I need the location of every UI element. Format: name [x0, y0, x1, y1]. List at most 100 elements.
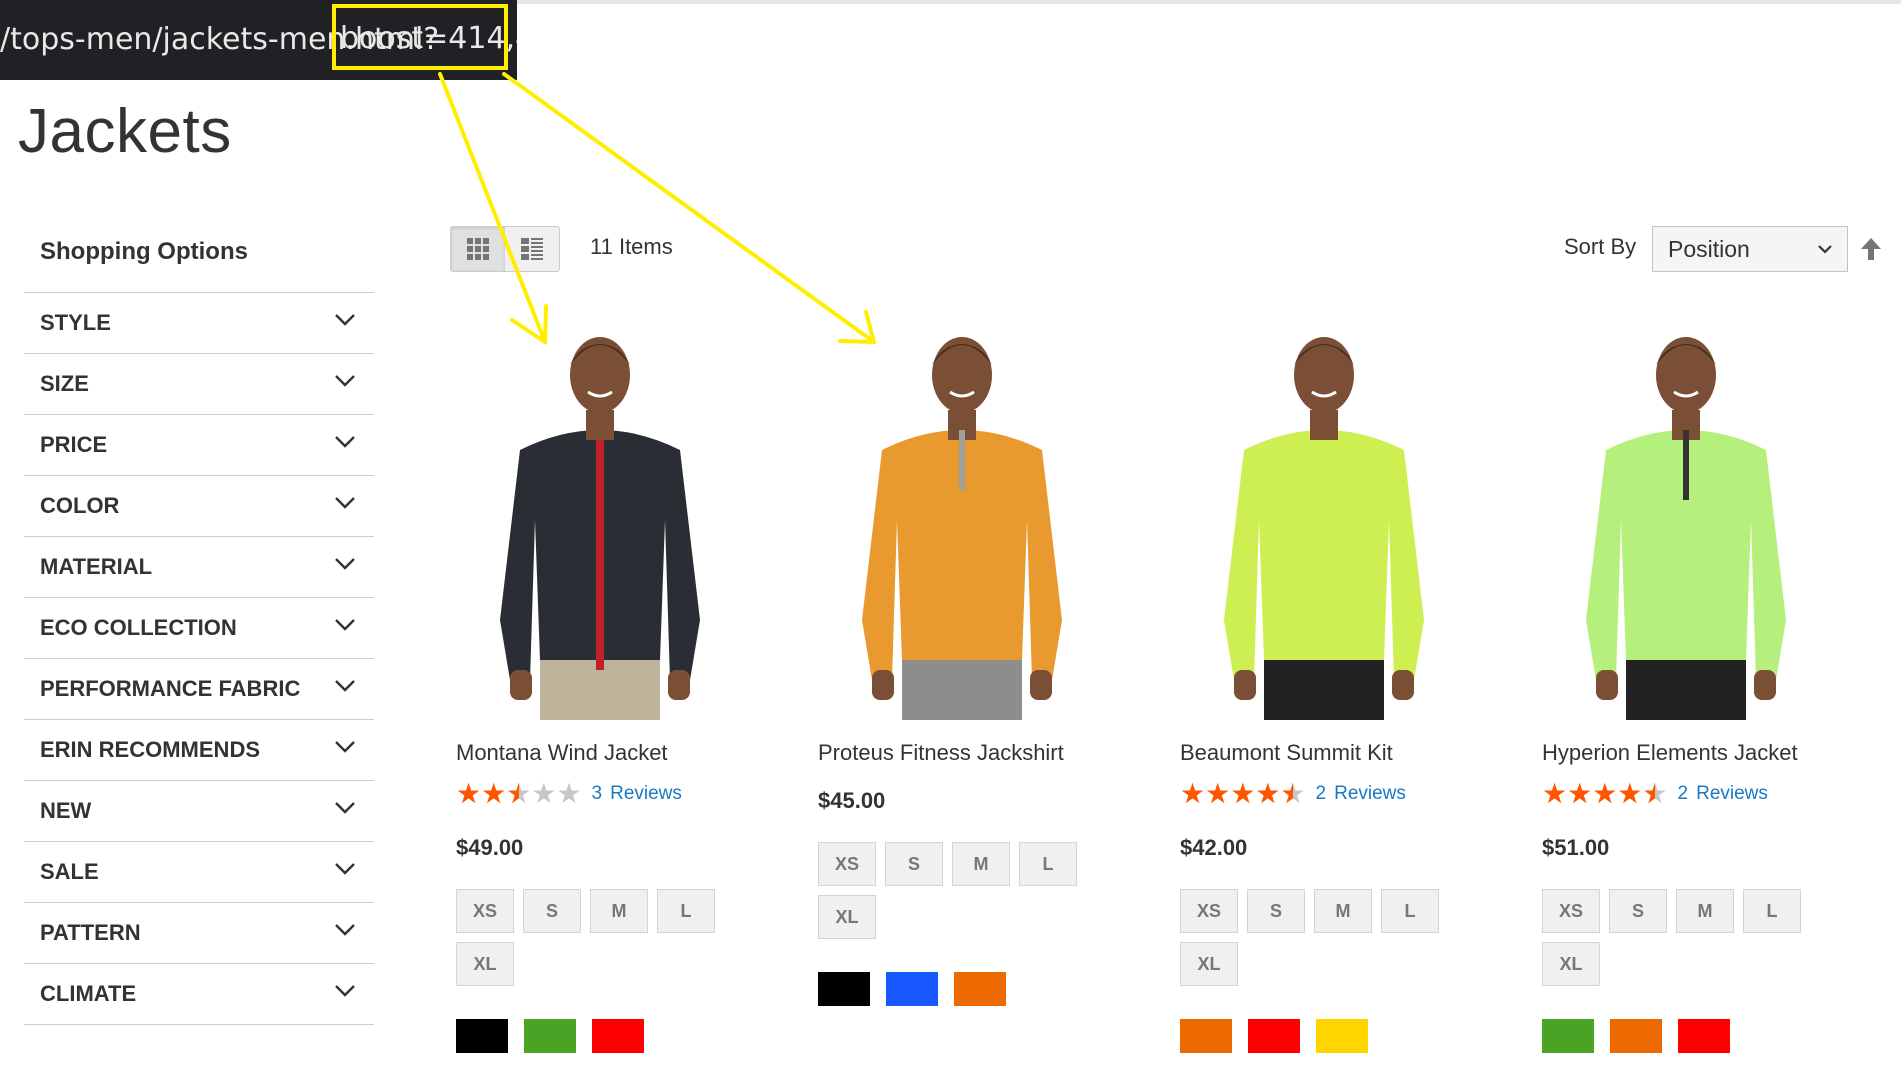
rating-stars: ★★★★★★★★★★ [1542, 780, 1668, 808]
size-swatch-l[interactable]: L [1019, 842, 1077, 886]
color-swatch[interactable] [592, 1019, 644, 1053]
size-options: XS S M L XL [818, 842, 1118, 948]
product-image[interactable] [1536, 320, 1836, 720]
chevron-down-icon [335, 741, 355, 753]
filter-label: PRICE [40, 432, 108, 457]
chevron-down-icon [335, 802, 355, 814]
filter-climate[interactable]: CLIMATE [24, 964, 374, 1025]
reviews-link[interactable]: 2 Reviews [1678, 783, 1768, 805]
reviews-link[interactable]: 3 Reviews [592, 783, 682, 805]
reviews-count: 2 [1315, 783, 1327, 804]
shopping-options-title: Shopping Options [40, 238, 248, 265]
filter-color[interactable]: COLOR [24, 476, 374, 537]
size-swatch-xl[interactable]: XL [1180, 942, 1238, 986]
filter-size[interactable]: SIZE [24, 354, 374, 415]
grid-view-button[interactable] [451, 227, 505, 271]
filter-label: SALE [40, 859, 99, 884]
rating-stars: ★★★★★★★★★★ [1180, 780, 1306, 808]
size-swatch-l[interactable]: L [1743, 889, 1801, 933]
filter-pattern[interactable]: PATTERN [24, 903, 374, 964]
product-price: $51.00 [1542, 835, 1610, 860]
size-swatch-xs[interactable]: XS [1180, 889, 1238, 933]
product-name-link[interactable]: Hyperion Elements Jacket [1542, 740, 1798, 766]
product-name-link[interactable]: Montana Wind Jacket [456, 740, 668, 766]
url-boost-param: boost=414,430 [340, 21, 517, 56]
filter-label: NEW [40, 798, 92, 823]
color-options [1180, 1019, 1384, 1053]
product-name-link[interactable]: Beaumont Summit Kit [1180, 740, 1393, 766]
size-swatch-xl[interactable]: XL [456, 942, 514, 986]
toolbar-amount: 11 Items [590, 234, 673, 259]
filter-eco-collection[interactable]: ECO COLLECTION [24, 598, 374, 659]
size-options: XS S M L XL [456, 889, 756, 995]
filter-performance-fabric[interactable]: PERFORMANCE FABRIC [24, 659, 374, 720]
color-swatch[interactable] [886, 972, 938, 1006]
filter-label: ECO COLLECTION [40, 615, 237, 640]
product-image[interactable] [812, 320, 1112, 720]
reviews-label: Reviews [1696, 783, 1768, 804]
size-swatch-m[interactable]: M [590, 889, 648, 933]
size-swatch-s[interactable]: S [1247, 889, 1305, 933]
filter-label: COLOR [40, 493, 120, 518]
product-image[interactable] [450, 320, 750, 720]
product-price: $49.00 [456, 835, 524, 860]
color-swatch[interactable] [1678, 1019, 1730, 1053]
size-swatch-xs[interactable]: XS [1542, 889, 1600, 933]
chevron-down-icon [335, 619, 355, 631]
chevron-down-icon [335, 375, 355, 387]
size-swatch-xs[interactable]: XS [456, 889, 514, 933]
sidebar-filters: Shopping Options STYLE SIZE PRICE COLOR MATE… [24, 222, 374, 1025]
color-swatch[interactable] [818, 972, 870, 1006]
rating-stars: ★★★★★★★★★★ [456, 780, 582, 808]
rating-stars-filled: ★★★★★ [1542, 780, 1655, 808]
filter-material[interactable]: MATERIAL [24, 537, 374, 598]
address-bar[interactable]: /tops-men/jackets-men.html? boost=414,43… [0, 0, 517, 80]
filter-new[interactable]: NEW [24, 781, 374, 842]
filter-label: PERFORMANCE FABRIC [40, 676, 301, 701]
rating-stars-filled: ★★★★★ [456, 780, 519, 808]
color-swatch[interactable] [456, 1019, 508, 1053]
product-image[interactable] [1174, 320, 1474, 720]
product-rating: ★★★★★★★★★★ 2 Reviews [1542, 780, 1768, 808]
reviews-count: 3 [591, 783, 603, 804]
size-swatch-m[interactable]: M [1314, 889, 1372, 933]
chevron-down-icon [335, 497, 355, 509]
sort-direction-arrow-icon[interactable] [1860, 236, 1882, 262]
size-swatch-xl[interactable]: XL [818, 895, 876, 939]
color-swatch[interactable] [1248, 1019, 1300, 1053]
grid-icon [467, 238, 489, 260]
color-swatch[interactable] [1316, 1019, 1368, 1053]
chevron-down-icon [335, 863, 355, 875]
chevron-down-icon [1818, 245, 1832, 254]
color-swatch[interactable] [1610, 1019, 1662, 1053]
size-swatch-s[interactable]: S [1609, 889, 1667, 933]
size-swatch-s[interactable]: S [523, 889, 581, 933]
size-swatch-s[interactable]: S [885, 842, 943, 886]
color-swatch[interactable] [524, 1019, 576, 1053]
reviews-link[interactable]: 2 Reviews [1316, 783, 1406, 805]
size-options: XS S M L XL [1180, 889, 1480, 995]
filter-sale[interactable]: SALE [24, 842, 374, 903]
product-name-link[interactable]: Proteus Fitness Jackshirt [818, 740, 1064, 766]
size-swatch-l[interactable]: L [1381, 889, 1439, 933]
list-view-button[interactable] [505, 227, 559, 271]
color-swatch[interactable] [1180, 1019, 1232, 1053]
page-title: Jackets [18, 97, 232, 166]
size-swatch-m[interactable]: M [1676, 889, 1734, 933]
size-swatch-m[interactable]: M [952, 842, 1010, 886]
filter-price[interactable]: PRICE [24, 415, 374, 476]
filter-label: CLIMATE [40, 981, 137, 1006]
sort-by-select[interactable]: Position [1652, 226, 1848, 272]
header-divider [517, 0, 1901, 4]
size-swatch-l[interactable]: L [657, 889, 715, 933]
color-swatch[interactable] [1542, 1019, 1594, 1053]
size-swatch-xs[interactable]: XS [818, 842, 876, 886]
filter-erin-recommends[interactable]: ERIN RECOMMENDS [24, 720, 374, 781]
chevron-down-icon [335, 680, 355, 692]
filter-style[interactable]: STYLE [24, 293, 374, 354]
color-options [1542, 1019, 1746, 1053]
color-swatch[interactable] [954, 972, 1006, 1006]
filter-label: MATERIAL [40, 554, 153, 579]
filter-list: STYLE SIZE PRICE COLOR MATERIAL ECO COLLECTIO… [24, 292, 374, 1025]
size-swatch-xl[interactable]: XL [1542, 942, 1600, 986]
